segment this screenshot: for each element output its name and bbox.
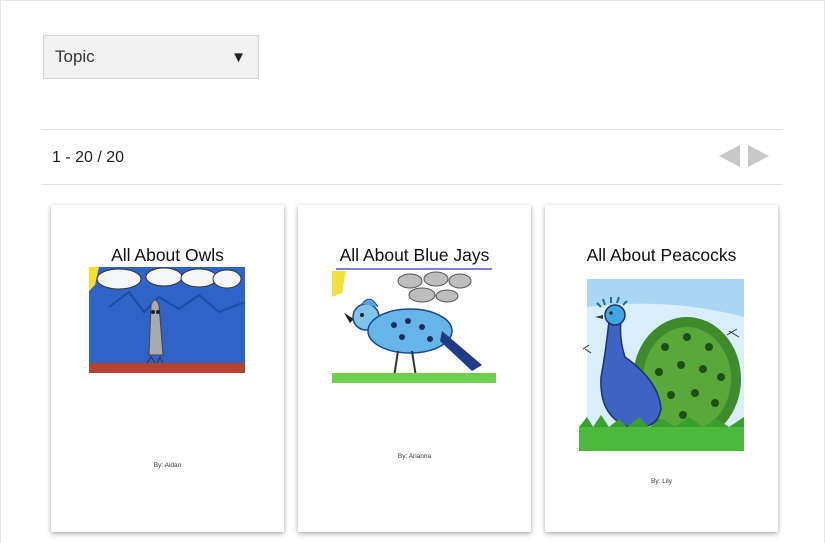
next-page-icon[interactable] xyxy=(748,145,769,167)
caret-down-icon: ▼ xyxy=(231,48,246,66)
book-author: By: Arianna xyxy=(397,453,432,460)
book-card-peacocks[interactable]: All About Peacocks By: Lily xyxy=(545,205,778,532)
book-title: All About Owls xyxy=(111,245,224,265)
topic-label: Topic xyxy=(55,47,95,66)
owl-drawing xyxy=(89,267,245,377)
result-range: 1 - 20 / 20 xyxy=(52,149,125,166)
pager-arrows xyxy=(719,145,769,167)
book-title: All About Peacocks xyxy=(586,245,737,265)
book-author: By: Lily xyxy=(651,478,672,485)
topic-dropdown[interactable]: Topic ▼ xyxy=(43,35,259,79)
previous-page-icon[interactable] xyxy=(719,145,740,167)
book-card-owls[interactable]: All About Owls By: Aidan xyxy=(51,205,284,532)
peacock-drawing xyxy=(579,277,744,453)
book-title: All About Blue Jays xyxy=(339,245,490,265)
blue-jay-drawing xyxy=(332,267,496,385)
pagination-bar: 1 - 20 / 20 xyxy=(41,129,783,185)
book-author: By: Aidan xyxy=(153,462,182,469)
book-card-blue-jays[interactable]: All About Blue Jays By: Arianna xyxy=(298,205,531,532)
